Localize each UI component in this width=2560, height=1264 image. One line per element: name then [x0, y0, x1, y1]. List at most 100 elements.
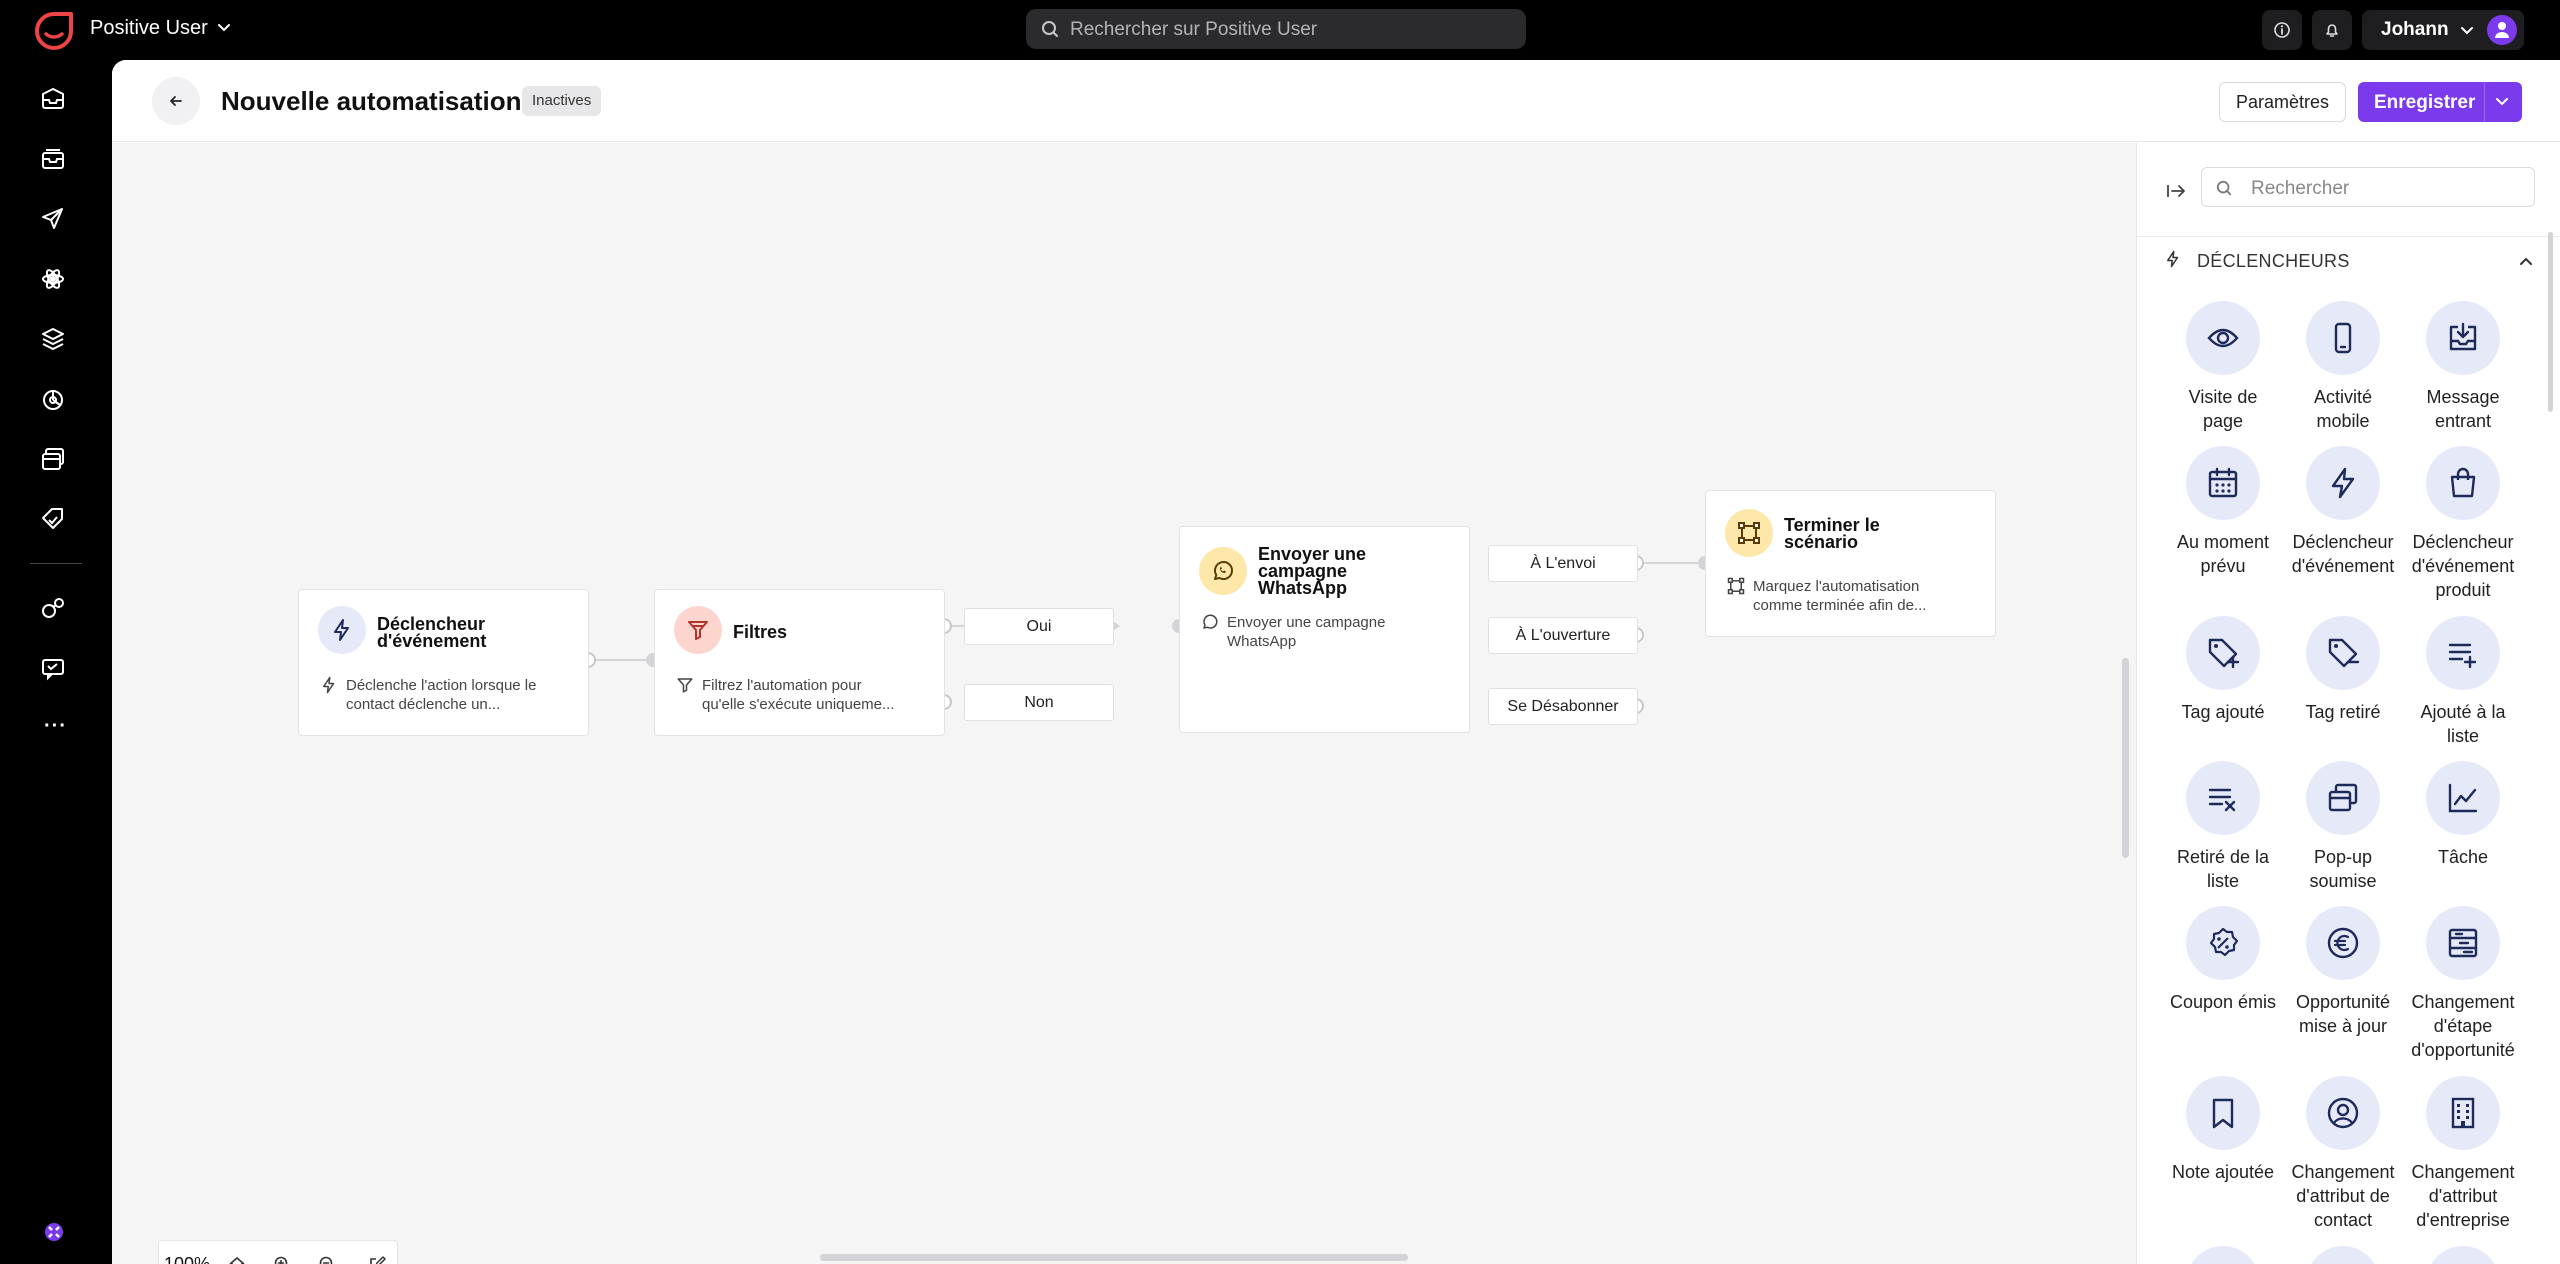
- help-button[interactable]: [2262, 10, 2302, 50]
- eye-icon: [2186, 301, 2260, 375]
- rail-pages-icon[interactable]: [37, 443, 69, 475]
- node-title: Filtres: [733, 622, 788, 642]
- status-badge: Inactives: [522, 86, 602, 116]
- zoom-in-button[interactable]: [267, 1249, 297, 1264]
- chevron-down-icon: [2458, 22, 2476, 40]
- rail-analytics-icon[interactable]: [37, 383, 69, 415]
- page-title: Nouvelle automatisation: [221, 86, 522, 116]
- save-split-divider: [2484, 82, 2485, 122]
- tile-label: Pop-up soumise: [2309, 847, 2377, 891]
- list-add-icon: [2426, 616, 2500, 690]
- euro-icon: [2306, 906, 2380, 980]
- tile-label: Visite de page: [2188, 387, 2258, 431]
- rail-automation-icon[interactable]: [37, 263, 69, 295]
- bolt-icon: [320, 676, 338, 694]
- node-whatsapp-campaign[interactable]: Envoyer une campagne WhatsApp Envoyer un…: [1179, 526, 1470, 733]
- tile-label: Opportunité mise à jour: [2295, 992, 2391, 1036]
- save-button[interactable]: Enregistrer: [2358, 82, 2522, 122]
- node-title: Envoyer une campagne WhatsApp: [1258, 544, 1367, 598]
- edit-mode-button[interactable]: [362, 1249, 392, 1264]
- edit-icon: [370, 1256, 386, 1264]
- bookmark-icon: [2186, 1076, 2260, 1150]
- bolt-icon: [2164, 249, 2182, 269]
- list-remove-icon: [2186, 761, 2260, 835]
- node-title: Terminer le scénario: [1784, 515, 1880, 552]
- rail-loyalty-icon[interactable]: [37, 503, 69, 535]
- calendar-icon: [2186, 446, 2260, 520]
- output-on-send[interactable]: À L'envoi: [1488, 545, 1638, 582]
- notifications-button[interactable]: [2312, 10, 2352, 50]
- tile-label: Au moment prévu: [2176, 532, 2270, 576]
- panel-search-input[interactable]: Rechercher: [2201, 167, 2535, 207]
- global-search-input[interactable]: Rechercher sur Positive User: [1026, 9, 1526, 49]
- tag-add-icon: [2186, 616, 2260, 690]
- node-description: Marquez l'automatisation comme terminée …: [1753, 578, 1927, 614]
- back-button[interactable]: [152, 77, 200, 125]
- tile-label: Changement d'attribut d'entreprise: [2411, 1162, 2515, 1230]
- mobile-icon: [2306, 301, 2380, 375]
- user-name: Johann: [2381, 19, 2449, 40]
- pipeline-icon: [2426, 906, 2500, 980]
- tile-label: Activité mobile: [2313, 387, 2373, 431]
- zoom-level: 100%: [164, 1254, 211, 1264]
- chevron-up-icon[interactable]: [2517, 253, 2535, 269]
- workflow-canvas[interactable]: Déclencheur d'événement Déclenche l'acti…: [112, 143, 2136, 1264]
- filter-icon: [674, 606, 722, 654]
- tile-label: Changement d'attribut de contact: [2291, 1162, 2395, 1230]
- search-icon: [1041, 20, 1059, 38]
- triggers-panel: Rechercher DÉCLENCHEURS Visite de page Ac…: [2136, 143, 2560, 1264]
- building-icon: [2426, 1076, 2500, 1150]
- tile-label: Déclencheur d'événement: [2291, 532, 2395, 576]
- rail-layers-icon[interactable]: [37, 323, 69, 355]
- logo-icon[interactable]: [33, 10, 75, 52]
- rail-inbox-icon[interactable]: [37, 143, 69, 175]
- bolt-icon: [2306, 446, 2380, 520]
- bell-icon: [2326, 24, 2338, 37]
- zoom-out-button[interactable]: [312, 1249, 342, 1264]
- top-bar: Positive User Rechercher sur Positive Us…: [0, 0, 2560, 60]
- home-icon: [229, 1257, 245, 1264]
- zoom-toolbar: 100%: [158, 1240, 398, 1264]
- output-unsubscribe[interactable]: Se Désabonner: [1488, 688, 1638, 725]
- output-no[interactable]: Non: [964, 684, 1114, 721]
- output-yes[interactable]: Oui: [964, 608, 1114, 645]
- rail-more-icon[interactable]: ···: [44, 715, 67, 738]
- chevron-down-icon[interactable]: [2494, 95, 2510, 109]
- canvas-horizontal-scrollbar[interactable]: [820, 1254, 1408, 1261]
- output-on-open[interactable]: À L'ouverture: [1488, 617, 1638, 654]
- node-end-scenario[interactable]: Terminer le scénario Marquez l'automatis…: [1705, 490, 1996, 637]
- save-button-label: Enregistrer: [2374, 92, 2476, 113]
- section-title: DÉCLENCHEURS: [2197, 251, 2350, 271]
- rail-integrations-icon[interactable]: [37, 593, 69, 625]
- node-description: Filtrez l'automation pour qu'elle s'exéc…: [702, 677, 895, 713]
- rail-campaigns-icon[interactable]: [37, 203, 69, 235]
- fit-view-button[interactable]: [222, 1249, 252, 1264]
- panel-scrollbar[interactable]: [2548, 232, 2553, 412]
- search-placeholder: Rechercher sur Positive User: [1070, 19, 1318, 40]
- zoom-out-icon: [319, 1256, 333, 1264]
- collapse-panel-icon[interactable]: [2166, 183, 2186, 199]
- zoom-in-icon: [274, 1256, 288, 1264]
- node-event-trigger[interactable]: Déclencheur d'événement Déclenche l'acti…: [298, 589, 589, 736]
- node-description: Envoyer une campagne WhatsApp: [1227, 614, 1386, 650]
- panel-search-placeholder: Rechercher: [2251, 178, 2350, 199]
- app-name[interactable]: Positive User: [90, 17, 208, 40]
- node-filter[interactable]: Filtres Filtrez l'automation pour qu'ell…: [654, 589, 945, 736]
- whatsapp-icon: [1199, 547, 1247, 595]
- user-menu-button[interactable]: Johann: [2362, 10, 2524, 50]
- search-icon: [2216, 180, 2232, 196]
- user-circle-icon: [2306, 1076, 2380, 1150]
- chevron-down-icon[interactable]: [215, 19, 233, 37]
- end-square-icon: [1727, 577, 1745, 595]
- info-icon: [2274, 22, 2290, 38]
- rail-chat-icon[interactable]: [37, 653, 69, 685]
- rail-dashboard-icon[interactable]: [37, 83, 69, 115]
- canvas-vertical-scrollbar[interactable]: [2122, 658, 2129, 858]
- rail-brand-icon[interactable]: [42, 1220, 66, 1244]
- arrow-left-icon: [170, 96, 182, 106]
- avatar: [2487, 15, 2517, 45]
- whatsapp-icon: [1201, 613, 1219, 631]
- settings-button[interactable]: Paramètres: [2219, 82, 2346, 122]
- tile-label: Coupon émis: [2169, 992, 2277, 1012]
- node-title: Déclencheur d'événement: [377, 614, 487, 651]
